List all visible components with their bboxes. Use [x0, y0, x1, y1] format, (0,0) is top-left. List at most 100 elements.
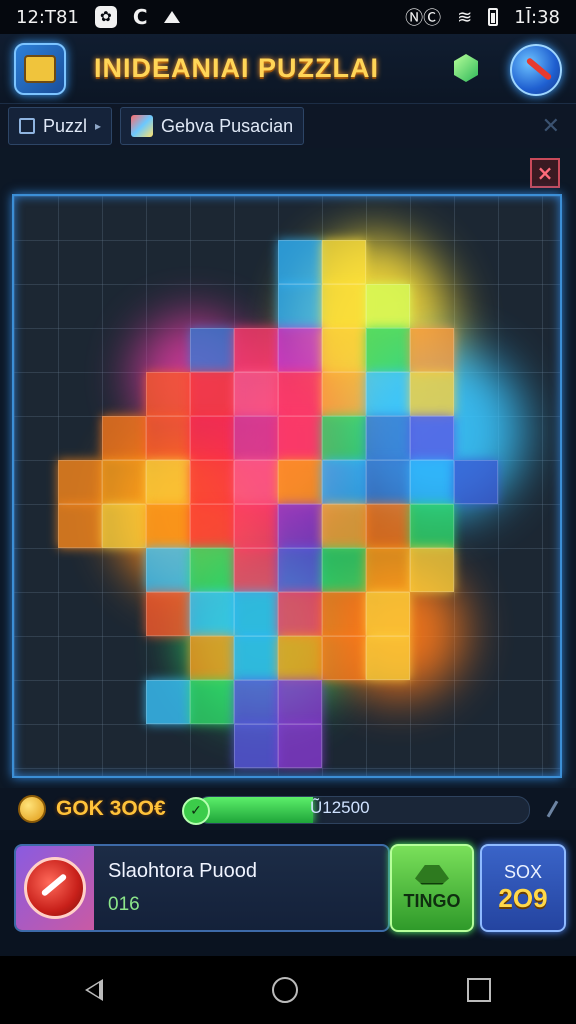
- puzzle-piece[interactable]: [410, 328, 454, 372]
- puzzle-piece[interactable]: [190, 416, 234, 460]
- puzzle-piece[interactable]: [278, 416, 322, 460]
- puzzle-piece[interactable]: [366, 504, 410, 548]
- puzzle-piece[interactable]: [234, 460, 278, 504]
- notification-icon: ✿: [94, 6, 117, 28]
- status-bar: 12:T81 ✿ C ⓃⒸ ≋ 1Ī:38: [0, 0, 576, 34]
- puzzle-piece[interactable]: [322, 548, 366, 592]
- title-bar: INIDEANIAI PUZZLAI: [0, 34, 576, 104]
- compass-icon[interactable]: [510, 44, 562, 96]
- puzzle-piece[interactable]: [190, 504, 234, 548]
- puzzle-piece[interactable]: [278, 636, 322, 680]
- sox-card[interactable]: SOX 2O9: [480, 844, 566, 932]
- puzzle-piece[interactable]: [322, 592, 366, 636]
- puzzle-piece[interactable]: [234, 680, 278, 724]
- puzzle-piece[interactable]: [366, 416, 410, 460]
- puzzle-piece[interactable]: [278, 548, 322, 592]
- puzzle-piece[interactable]: [234, 372, 278, 416]
- puzzle-piece[interactable]: [278, 328, 322, 372]
- puzzle-piece[interactable]: [278, 372, 322, 416]
- puzzle-piece[interactable]: [146, 548, 190, 592]
- reward-card[interactable]: Slaohtora Puood 016: [14, 844, 390, 932]
- puzzle-piece[interactable]: [366, 328, 410, 372]
- puzzle-piece[interactable]: [366, 592, 410, 636]
- puzzle-piece[interactable]: [102, 460, 146, 504]
- puzzle-piece[interactable]: [410, 372, 454, 416]
- puzzle-piece[interactable]: [278, 284, 322, 328]
- puzzle-piece[interactable]: [322, 636, 366, 680]
- puzzle-piece[interactable]: [190, 680, 234, 724]
- puzzle-piece[interactable]: [322, 504, 366, 548]
- puzzle-piece[interactable]: [190, 592, 234, 636]
- puzzle-piece[interactable]: [234, 592, 278, 636]
- home-circle-icon[interactable]: [271, 977, 298, 1003]
- puzzle-piece[interactable]: [234, 328, 278, 372]
- puzzle-piece[interactable]: [366, 636, 410, 680]
- tab-gebva[interactable]: Gebva Pusacian: [120, 107, 305, 145]
- score-text: GOK 3OO€: [56, 797, 166, 820]
- coin-icon: [18, 795, 46, 823]
- puzzle-piece[interactable]: [278, 460, 322, 504]
- puzzle-piece[interactable]: [58, 460, 102, 504]
- puzzle-piece[interactable]: [278, 724, 322, 768]
- warning-icon: [163, 11, 180, 23]
- puzzle-piece[interactable]: [102, 416, 146, 460]
- puzzle-piece[interactable]: [146, 592, 190, 636]
- tingo-button[interactable]: TINGO: [390, 844, 474, 932]
- puzzle-piece[interactable]: [58, 504, 102, 548]
- puzzle-piece[interactable]: [454, 460, 498, 504]
- puzzle-board[interactable]: [12, 194, 562, 778]
- pencil-icon[interactable]: [546, 800, 559, 818]
- puzzle-piece[interactable]: [146, 372, 190, 416]
- puzzle-piece[interactable]: [410, 504, 454, 548]
- puzzle-piece[interactable]: [146, 504, 190, 548]
- puzzle-piece[interactable]: [234, 724, 278, 768]
- puzzle-piece[interactable]: [322, 284, 366, 328]
- tab-bar: Puzzl ▸ Gebva Pusacian ✕: [0, 104, 576, 149]
- puzzle-piece[interactable]: [366, 284, 410, 328]
- close-icon[interactable]: ✕: [542, 114, 560, 139]
- puzzle-piece[interactable]: [278, 504, 322, 548]
- puzzle-piece[interactable]: [322, 240, 366, 284]
- puzzle-piece[interactable]: [234, 416, 278, 460]
- puzzle-piece[interactable]: [146, 680, 190, 724]
- puzzle-piece[interactable]: [146, 460, 190, 504]
- puzzle-piece[interactable]: [322, 460, 366, 504]
- app-title: INIDEANIAI PUZZLAI: [94, 53, 379, 83]
- c-app-icon: C: [132, 5, 148, 29]
- puzzle-piece[interactable]: [102, 504, 146, 548]
- puzzle-piece[interactable]: [410, 460, 454, 504]
- puzzle-piece[interactable]: [190, 548, 234, 592]
- puzzle-piece[interactable]: [366, 372, 410, 416]
- puzzle-piece[interactable]: [410, 416, 454, 460]
- puzzle-piece[interactable]: [190, 636, 234, 680]
- puzzle-piece[interactable]: [234, 636, 278, 680]
- puzzle-piece[interactable]: [410, 548, 454, 592]
- puzzle-piece[interactable]: [322, 328, 366, 372]
- close-board-button[interactable]: ×: [530, 158, 560, 188]
- back-icon[interactable]: [84, 979, 103, 1001]
- progress-fill: [197, 797, 314, 823]
- puzzle-piece[interactable]: [366, 460, 410, 504]
- progress-row: GOK 3OO€ ✓ Ũ12500: [0, 788, 576, 830]
- gem-icon[interactable]: [448, 50, 484, 86]
- puzzle-piece[interactable]: [146, 416, 190, 460]
- status-left: 12:T81 ✿ C: [16, 5, 180, 29]
- puzzle-piece[interactable]: [234, 504, 278, 548]
- puzzle-piece[interactable]: [366, 548, 410, 592]
- tab-puzzl[interactable]: Puzzl ▸: [8, 107, 113, 145]
- recent-apps-icon[interactable]: [467, 978, 492, 1002]
- puzzle-piece[interactable]: [190, 372, 234, 416]
- puzzle-piece[interactable]: [322, 416, 366, 460]
- puzzle-piece[interactable]: [278, 240, 322, 284]
- puzzle-piece[interactable]: [278, 592, 322, 636]
- puzzle-piece[interactable]: [190, 460, 234, 504]
- wifi-icon: ≋: [457, 6, 473, 28]
- status-right: ⓃⒸ ≋ 1Ī:38: [405, 4, 560, 30]
- bottom-panel: Slaohtora Puood 016 TINGO SOX 2O9: [0, 830, 576, 956]
- puzzle-box-icon[interactable]: [14, 42, 66, 95]
- puzzle-piece[interactable]: [190, 328, 234, 372]
- puzzle-piece[interactable]: [234, 548, 278, 592]
- thumbnail-icon: [131, 115, 154, 137]
- puzzle-piece[interactable]: [278, 680, 322, 724]
- puzzle-piece[interactable]: [322, 372, 366, 416]
